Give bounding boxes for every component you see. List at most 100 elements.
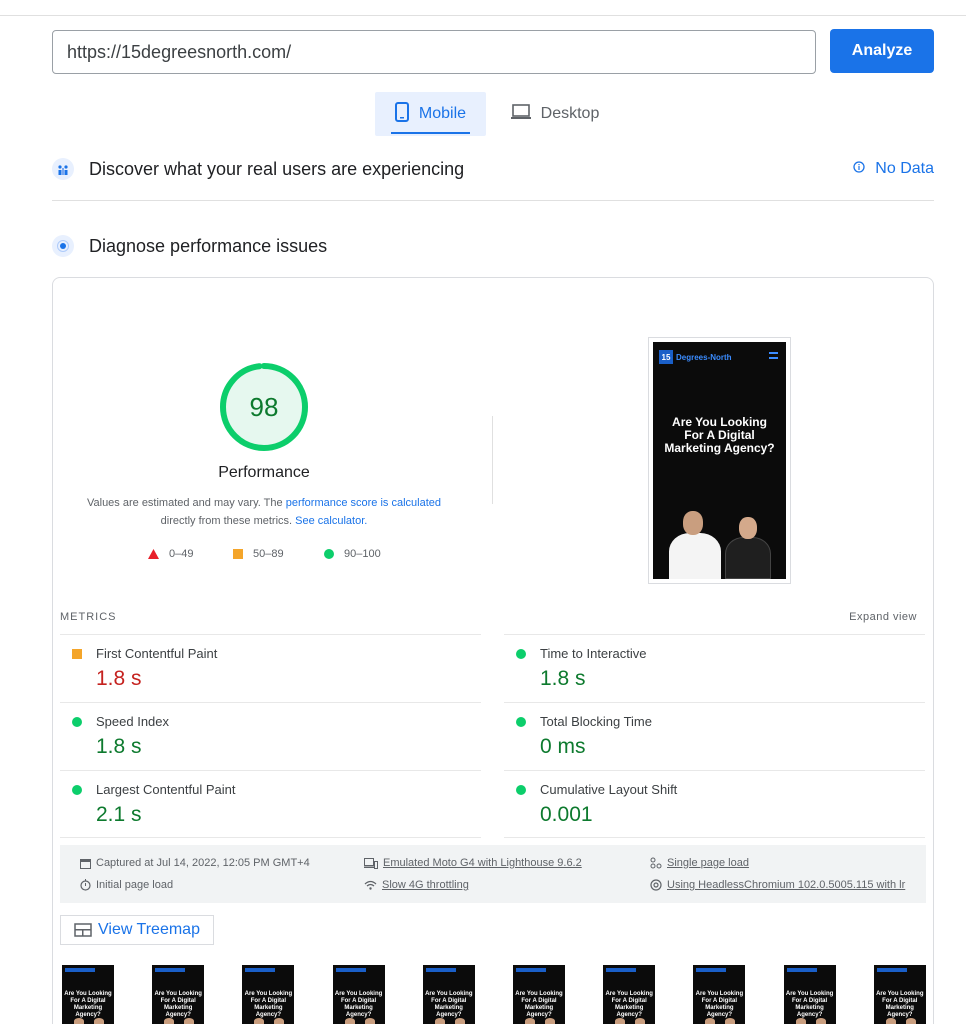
thumb-headline: Are You Looking For A Digital Marketing … (785, 991, 834, 1018)
filmstrip-frame: Are You Looking For A Digital Marketing … (873, 965, 926, 1024)
mobile-icon (394, 101, 409, 127)
analyze-button[interactable]: Analyze (830, 29, 934, 73)
thumb-logo (876, 968, 907, 972)
thumb-headline: Are You Looking For A Digital Marketing … (605, 991, 653, 1018)
field-data-section: Discover what your real users are experi… (52, 158, 934, 180)
filmstrip-frame: Are You Looking For A Digital Marketing … (242, 965, 295, 1024)
thumb-logo (65, 968, 95, 972)
final-screenshot: 15 Degrees-North Are You Looking For A D… (648, 337, 791, 584)
person-face (683, 511, 703, 535)
thumb-person (184, 1018, 195, 1024)
see-calculator-link[interactable]: See calculator. (295, 515, 367, 527)
thumb-person (94, 1018, 104, 1024)
tab-mobile[interactable]: Mobile (375, 92, 486, 136)
filmstrip-frame: Are You Looking For A Digital Marketing … (783, 965, 836, 1024)
circle-icon (324, 549, 334, 559)
thumb-logo (786, 968, 817, 972)
thumb-logo (155, 968, 186, 972)
thumb-headline: Are You Looking For A Digital Marketing … (425, 991, 473, 1018)
wifi-icon (364, 880, 377, 890)
site-brand: Degrees-North (676, 352, 732, 362)
view-treemap-button[interactable]: View Treemap (60, 915, 214, 945)
legend-pass-range: 90–100 (344, 548, 381, 560)
metric-tbt: Total Blocking Time 0 ms (504, 702, 925, 770)
thumb-headline: Are You Looking For A Digital Marketing … (244, 991, 293, 1018)
performance-gauge: 98 (219, 362, 309, 452)
info-icon (853, 160, 865, 178)
thumb-logo (335, 968, 366, 972)
thumb-headline: Are You Looking For A Digital Marketing … (515, 991, 563, 1018)
thumb-headline: Are You Looking For A Digital Marketing … (64, 991, 112, 1018)
thumb-headline: Are You Looking For A Digital Marketing … (876, 991, 924, 1018)
legend-pass: 90–100 (324, 548, 381, 560)
thumb-logo (516, 968, 546, 972)
thumb-person (705, 1018, 716, 1024)
view-treemap-label: View Treemap (98, 921, 200, 938)
browser-text: Using HeadlessChromium 102.0.5005.115 wi… (667, 879, 906, 891)
metric-lcp: Largest Contentful Paint 2.1 s (60, 770, 481, 838)
metric-value: 1.8 s (96, 667, 142, 690)
circle-icon (72, 785, 82, 795)
devices-icon (364, 857, 378, 869)
metric-value: 0.001 (540, 803, 593, 826)
lab-data-section: Diagnose performance issues (52, 235, 934, 257)
filmstrip-frame: Are You Looking For A Digital Marketing … (62, 965, 114, 1024)
tab-desktop[interactable]: Desktop (500, 92, 610, 136)
initial-load-info: Initial page load (80, 879, 173, 891)
initial-load-text: Initial page load (96, 879, 174, 891)
thumb-logo (245, 968, 276, 972)
thumb-person (615, 1018, 626, 1024)
vertical-separator (492, 416, 493, 504)
person-image (725, 537, 771, 579)
browser-info[interactable]: Using HeadlessChromium 102.0.5005.115 wi… (650, 879, 905, 891)
thumb-person (434, 1018, 445, 1024)
filmstrip-frame: Are You Looking For A Digital Marketing … (693, 965, 746, 1024)
calendar-icon (80, 858, 91, 869)
thumb-person (364, 1018, 375, 1024)
lab-data-title: Diagnose performance issues (89, 235, 328, 256)
url-input[interactable] (52, 30, 816, 74)
metric-value: 1.8 s (540, 667, 586, 690)
metric-cls: Cumulative Layout Shift 0.001 (504, 770, 925, 838)
filmstrip-frame: Are You Looking For A Digital Marketing … (513, 965, 565, 1024)
device-text: Emulated Moto G4 with Lighthouse 9.6.2 (383, 857, 582, 869)
circle-icon (516, 785, 526, 795)
metric-tti: Time to Interactive 1.8 s (504, 634, 925, 702)
score-calculation-link[interactable]: performance score is calculated (286, 497, 441, 509)
thumb-person (905, 1018, 916, 1024)
thumb-logo (606, 968, 637, 972)
throttling-info[interactable]: Slow 4G throttling (364, 879, 469, 891)
treemap-icon (74, 923, 92, 937)
thumb-person (795, 1018, 806, 1024)
nodes-icon (650, 857, 662, 869)
expand-view-toggle[interactable]: Expand view (849, 611, 917, 623)
thumb-logo (425, 968, 456, 972)
filmstrip-frame: Are You Looking For A Digital Marketing … (152, 965, 205, 1024)
note-text-1: Values are estimated and may vary. The (86, 497, 286, 509)
single-page-info[interactable]: Single page load (650, 857, 749, 869)
thumb-headline: Are You Looking For A Digital Marketing … (154, 991, 202, 1018)
hamburger-icon (769, 352, 778, 359)
thumb-headline: Are You Looking For A Digital Marketing … (695, 991, 744, 1018)
person-face (739, 517, 757, 539)
thumb-person (635, 1018, 646, 1024)
thumb-logo (696, 968, 727, 972)
thumb-person (164, 1018, 175, 1024)
legend-fail-range: 0–49 (169, 548, 194, 560)
device-info[interactable]: Emulated Moto G4 with Lighthouse 9.6.2 (364, 857, 582, 869)
single-page-text: Single page load (667, 857, 749, 869)
thumb-person (815, 1018, 826, 1024)
users-icon (52, 158, 74, 180)
no-data-link[interactable]: No Data (853, 160, 934, 178)
metric-value: 1.8 s (96, 735, 142, 758)
note-text-2: directly from these metrics. (160, 515, 296, 527)
square-icon (72, 649, 82, 659)
thumb-person (344, 1018, 355, 1024)
top-divider (0, 15, 966, 16)
thumb-person (74, 1018, 84, 1024)
metric-speed-index: Speed Index 1.8 s (60, 702, 481, 770)
thumb-person (254, 1018, 265, 1024)
circle-icon (72, 717, 82, 727)
legend-average: 50–89 (233, 548, 284, 560)
site-logo: 15 Degrees-North (659, 350, 732, 364)
